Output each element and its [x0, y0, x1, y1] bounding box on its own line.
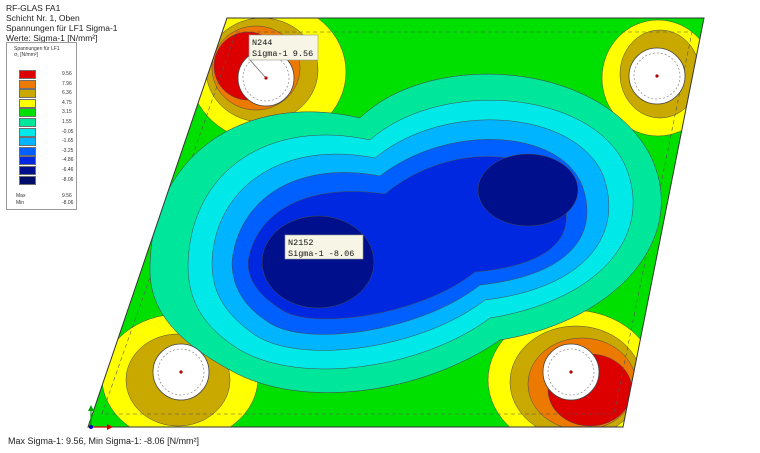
max-value-text: Sigma-1 9.56 — [252, 49, 313, 59]
max-node-id: N244 — [252, 38, 272, 48]
min-value-text: Sigma-1 -8.06 — [288, 249, 354, 259]
support-hole-top-right — [628, 47, 686, 105]
min-value-label[interactable]: N2152 Sigma-1 -8.06 — [284, 234, 364, 260]
status-footer: Max Sigma-1: 9.56, Min Sigma-1: -8.06 [N… — [8, 436, 200, 446]
contour-bands — [88, 18, 704, 427]
stress-contour-plot[interactable]: N244 Sigma-1 9.56 N2152 Sigma-1 -8.06 — [0, 0, 760, 453]
support-hole-bottom-right — [542, 343, 600, 401]
support-hole-bottom-left — [152, 343, 210, 401]
min-node-id: N2152 — [288, 238, 314, 248]
